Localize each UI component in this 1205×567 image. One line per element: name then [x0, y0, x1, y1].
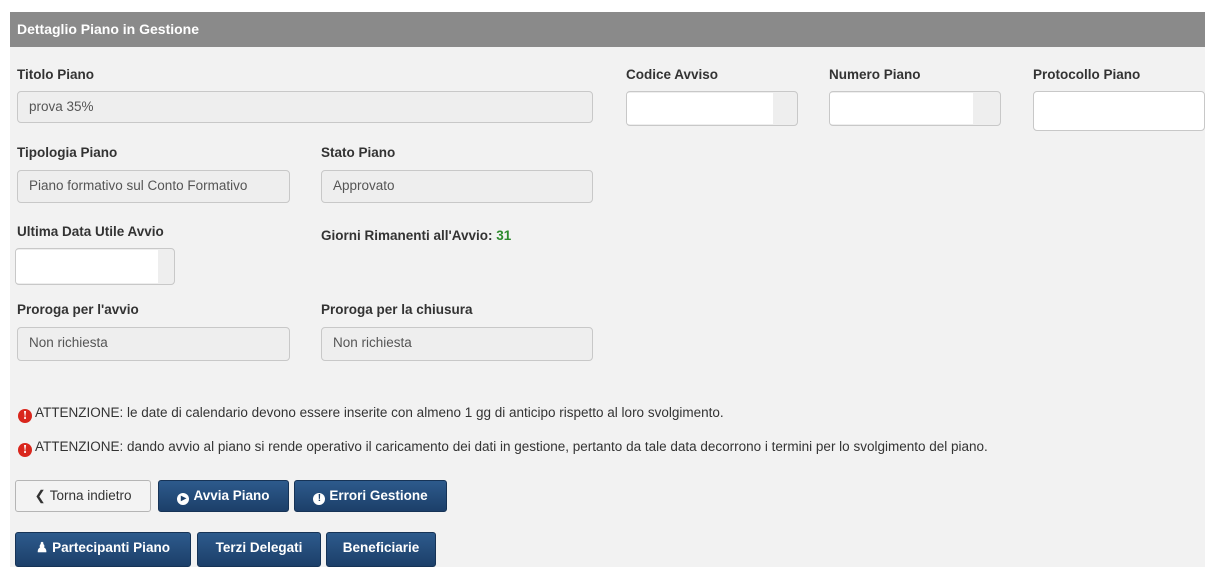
notice-calendar: ! ATTENZIONE: le date di calendario devon…: [18, 405, 724, 423]
giorni-rimanenti-label: Giorni Rimanenti all'Avvio:: [321, 228, 493, 243]
exclamation-circle-icon: !: [313, 493, 326, 505]
chevron-left-icon: ❮: [34, 488, 46, 503]
titolo-piano-label: Titolo Piano: [17, 67, 94, 82]
stato-piano-label: Stato Piano: [321, 145, 396, 160]
exclamation-circle-icon: !: [18, 409, 32, 423]
ultima-data-field[interactable]: [15, 248, 175, 285]
stato-piano-field[interactable]: Approvato: [321, 170, 593, 203]
titolo-piano-field[interactable]: prova 35%: [17, 91, 593, 123]
proroga-avvio-label: Proroga per l'avvio: [17, 302, 139, 317]
numero-piano-field[interactable]: [829, 91, 1001, 126]
giorni-rimanenti: Giorni Rimanenti all'Avvio: 31: [321, 228, 511, 243]
codice-avviso-field[interactable]: [626, 91, 798, 126]
user-icon: ♟: [36, 540, 49, 555]
numero-piano-label: Numero Piano: [829, 67, 921, 82]
avvia-piano-button[interactable]: ▸ Avvia Piano: [158, 480, 289, 512]
play-circle-icon: ▸: [177, 493, 190, 505]
proroga-chiusura-field[interactable]: Non richiesta: [321, 327, 593, 361]
partecipanti-piano-button[interactable]: ♟ Partecipanti Piano: [15, 532, 191, 567]
plan-detail-panel: Dettaglio Piano in Gestione Titolo Piano…: [10, 12, 1205, 567]
protocollo-piano-label: Protocollo Piano: [1033, 67, 1141, 82]
protocollo-piano-field[interactable]: [1033, 91, 1205, 131]
proroga-avvio-field[interactable]: Non richiesta: [17, 327, 290, 361]
notice-avvio: ! ATTENZIONE: dando avvio al piano si ren…: [18, 439, 988, 457]
codice-avviso-label: Codice Avviso: [626, 67, 719, 82]
proroga-chiusura-label: Proroga per la chiusura: [321, 302, 473, 317]
tipologia-piano-label: Tipologia Piano: [17, 145, 118, 160]
errori-gestione-button[interactable]: ! Errori Gestione: [294, 480, 447, 512]
exclamation-circle-icon: !: [18, 443, 32, 457]
ultima-data-label: Ultima Data Utile Avvio: [17, 224, 164, 239]
back-button[interactable]: ❮ Torna indietro: [15, 480, 151, 512]
tipologia-piano-field[interactable]: Piano formativo sul Conto Formativo: [17, 170, 290, 203]
giorni-rimanenti-value: 31: [496, 228, 512, 243]
terzi-delegati-button[interactable]: Terzi Delegati: [197, 532, 321, 567]
panel-title: Dettaglio Piano in Gestione: [10, 12, 1205, 47]
beneficiarie-button[interactable]: Beneficiarie: [326, 532, 436, 567]
